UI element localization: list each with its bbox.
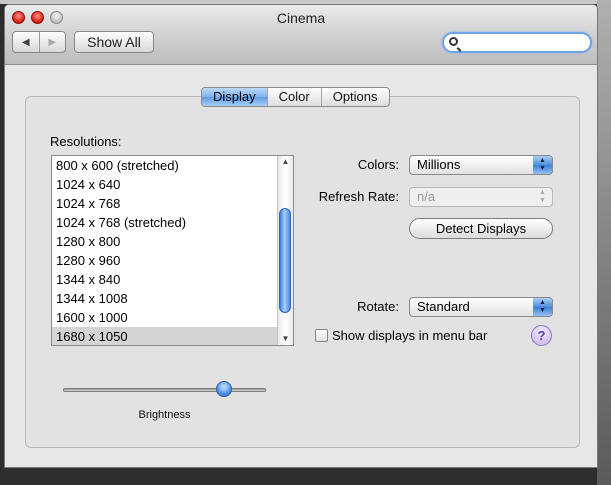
rotate-value: Standard — [417, 299, 470, 314]
window-title: Cinema — [276, 10, 326, 26]
popup-arrows-icon: ▲ ▼ — [539, 189, 546, 204]
detect-displays-button[interactable]: Detect Displays — [409, 218, 553, 239]
rotate-popup[interactable]: Standard ▲ ▼ — [409, 297, 553, 317]
resolutions-scrollbar[interactable]: ▲ ▼ — [277, 156, 293, 345]
desktop-background-right — [597, 0, 611, 485]
scroll-up-arrow-icon[interactable]: ▲ — [278, 156, 293, 168]
resolution-list-item[interactable]: 1280 x 800 — [52, 232, 293, 251]
resolution-list-item[interactable]: 1680 x 1050 — [52, 327, 293, 345]
colors-value: Millions — [417, 157, 461, 172]
preferences-window: Cinema ◀ ▶ Show All Display Color Option… — [4, 4, 598, 468]
forward-arrow-icon[interactable]: ▶ — [38, 32, 66, 52]
refresh-rate-value: n/a — [417, 189, 436, 204]
scrollbar-thumb[interactable] — [279, 208, 291, 313]
search-field[interactable] — [442, 32, 592, 53]
brightness-label: Brightness — [138, 409, 191, 421]
tab-options[interactable]: Options — [320, 88, 389, 106]
refresh-rate-popup: n/a ▲ ▼ — [409, 187, 553, 207]
popup-arrows-icon: ▲ ▼ — [533, 298, 552, 316]
resolutions-rows: 800 x 600 (stretched) 1024 x 640 1024 x 76… — [52, 156, 293, 345]
refresh-rate-label: Refresh Rate: — [318, 189, 399, 204]
back-arrow-icon[interactable]: ◀ — [13, 32, 39, 52]
tab-color[interactable]: Color — [266, 88, 321, 106]
brightness-slider[interactable] — [63, 388, 266, 392]
search-icon — [449, 37, 458, 46]
scroll-down-arrow-icon[interactable]: ▼ — [278, 333, 293, 345]
resolution-list-item[interactable]: 1024 x 768 — [52, 194, 293, 213]
help-button[interactable]: ? — [531, 325, 552, 346]
resolution-list-item[interactable]: 1344 x 1008 — [52, 289, 293, 308]
resolution-list-item[interactable]: 1024 x 768 (stretched) — [52, 213, 293, 232]
title-bar[interactable]: Cinema ◀ ▶ Show All — [5, 5, 597, 65]
tab-display[interactable]: Display — [202, 88, 267, 106]
resolutions-list[interactable]: 800 x 600 (stretched) 1024 x 640 1024 x 76… — [51, 155, 294, 346]
tab-bar: Display Color Options — [201, 87, 390, 107]
show-in-menu-bar-label[interactable]: Show displays in menu bar — [332, 328, 487, 343]
resolution-list-item[interactable]: 1024 x 640 — [52, 175, 293, 194]
resolution-list-item[interactable]: 1344 x 840 — [52, 270, 293, 289]
show-in-menu-bar-checkbox[interactable] — [315, 329, 328, 342]
colors-label: Colors: — [357, 157, 399, 172]
show-all-button[interactable]: Show All — [74, 31, 154, 53]
resolution-list-item[interactable]: 1600 x 1000 — [52, 308, 293, 327]
resolution-list-item[interactable]: 800 x 600 (stretched) — [52, 156, 293, 175]
navigation-buttons: ◀ ▶ — [12, 31, 66, 53]
colors-popup[interactable]: Millions ▲ ▼ — [409, 155, 553, 175]
preferences-content: Display Color Options Resolutions: 800 x… — [5, 65, 597, 467]
rotate-label: Rotate: — [357, 299, 399, 314]
popup-arrows-icon: ▲ ▼ — [533, 156, 552, 174]
resolution-list-item[interactable]: 1280 x 960 — [52, 251, 293, 270]
resolutions-label: Resolutions: — [50, 134, 122, 149]
